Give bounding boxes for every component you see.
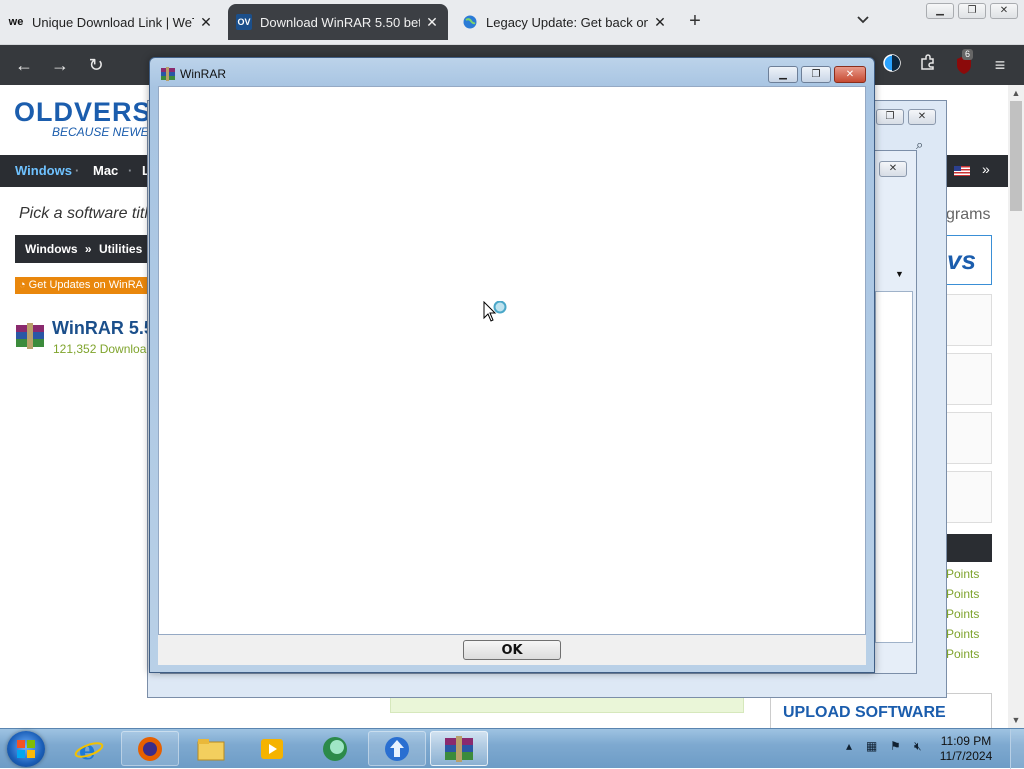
windows-banner[interactable]: vs — [946, 235, 992, 285]
breadcrumb-separator: » — [84, 242, 92, 256]
sidebar-box[interactable] — [946, 294, 992, 346]
right-sidebar: grams vs Points Points Points Points Poi… — [946, 85, 1008, 728]
volume-muted-icon[interactable]: 🔇︎ — [914, 739, 922, 754]
windows-logo-icon — [17, 740, 35, 758]
points-label: Points — [946, 647, 980, 661]
maximize-button[interactable]: ❐ — [801, 66, 831, 83]
menu-hamburger-icon[interactable]: ≡ — [988, 53, 1012, 77]
dialog-footer: OK — [158, 635, 866, 665]
points-label: Points — [946, 567, 980, 581]
breadcrumb-utilities[interactable]: Utilities — [99, 242, 142, 256]
forward-arrow-icon[interactable]: → — [48, 53, 72, 77]
restore-button[interactable]: ❐ — [958, 3, 986, 19]
points-label: Points — [946, 607, 980, 621]
winrar-taskbar-icon[interactable] — [430, 731, 488, 766]
clock-time: 11:09 PM — [940, 734, 992, 748]
restore-button[interactable]: ❐ — [876, 109, 904, 125]
programs-heading: grams — [946, 206, 991, 223]
dropdown-arrow-icon[interactable]: ▼ — [895, 269, 904, 279]
system-clock[interactable]: 11:09 PM 11/7/2024 — [934, 734, 998, 764]
close-button[interactable]: ✕ — [834, 66, 866, 83]
product-title[interactable]: WinRAR 5.5 — [52, 318, 154, 339]
sidebar-dark-bar — [946, 534, 992, 562]
list-panel — [875, 291, 913, 643]
winrar-dialog: WinRAR ▁ ❐ ✕ OK — [149, 57, 875, 673]
firefox-icon[interactable] — [121, 731, 179, 766]
sidebar-box[interactable] — [946, 412, 992, 464]
busy-cursor-icon — [483, 300, 513, 330]
extension-badge: 6 — [962, 49, 974, 60]
start-button[interactable] — [7, 731, 45, 767]
show-desktop-button[interactable] — [1010, 729, 1024, 769]
get-updates-button[interactable]: ◔ Get Updates on WinRA — [15, 277, 165, 294]
product-downloads: 121,352 Downloa — [53, 342, 147, 356]
reload-icon[interactable]: ↻ — [84, 53, 108, 77]
nav-separator: · — [75, 163, 80, 178]
internet-explorer-icon[interactable]: e — [60, 731, 118, 766]
extensions-puzzle-icon[interactable] — [916, 53, 940, 77]
close-tab-icon[interactable]: ✕ — [198, 14, 214, 31]
sidebar-box[interactable] — [946, 353, 992, 405]
nav-mac[interactable]: Mac — [93, 163, 118, 178]
tab-search-chevron-icon[interactable] — [856, 12, 870, 30]
dialog-content — [158, 86, 866, 635]
network-icon[interactable]: ▦ — [866, 739, 877, 753]
wetransfer-favicon-icon: we — [8, 16, 24, 28]
oldversion-favicon-icon: OV — [236, 14, 252, 30]
breadcrumb: Windows » Utilities — [15, 235, 165, 263]
tab-oldversion-winrar[interactable]: OV Download WinRAR 5.50 beta 1 (32-bit) … — [228, 4, 448, 40]
scroll-down-arrow-icon[interactable]: ▼ — [1008, 712, 1024, 728]
tab-legacy-update[interactable]: Legacy Update: Get back online ✕ — [454, 4, 676, 40]
points-label: Points — [946, 627, 980, 641]
windows-update-icon[interactable] — [368, 731, 426, 766]
tab-title: Unique Download Link | WeTransfer — [32, 14, 194, 30]
close-tab-icon[interactable]: ✕ — [652, 14, 668, 31]
scroll-up-arrow-icon[interactable]: ▲ — [1008, 85, 1024, 101]
pick-software-text: Pick a software titl — [19, 205, 148, 222]
tab-title: Legacy Update: Get back online — [486, 14, 648, 30]
dialog-title: WinRAR — [180, 67, 227, 81]
svg-text:e: e — [79, 736, 96, 764]
winrar-icon — [14, 323, 46, 349]
tab-title: Download WinRAR 5.50 beta 1 (32-bit) — [260, 14, 420, 30]
minimize-button[interactable]: ▁ — [768, 66, 798, 83]
page-scrollbar[interactable]: ▲ ▼ — [1008, 85, 1024, 728]
ok-button[interactable]: OK — [463, 640, 561, 660]
scroll-thumb[interactable] — [1010, 101, 1022, 211]
get-updates-label: Get Updates on WinRA — [28, 279, 143, 291]
app-green-circle-icon[interactable] — [306, 731, 364, 766]
back-arrow-icon[interactable]: ← — [12, 53, 36, 77]
action-center-flag-icon[interactable]: ⚑ — [890, 739, 901, 753]
windows-taskbar: e ▴ ▦ ⚑ 🔇︎ 11:09 PM 11/7/2024 — [0, 728, 1024, 769]
breadcrumb-windows[interactable]: Windows — [25, 242, 78, 256]
browser-tab-bar: we Unique Download Link | WeTransfer ✕ O… — [0, 0, 1024, 45]
file-explorer-icon[interactable] — [182, 731, 240, 766]
tab-wetransfer[interactable]: we Unique Download Link | WeTransfer ✕ — [0, 4, 222, 40]
sidebar-box[interactable] — [946, 471, 992, 523]
ublock-shield-icon[interactable]: 6 — [952, 49, 976, 77]
nav-windows[interactable]: Windows — [15, 163, 72, 178]
nav-separator: · — [128, 163, 133, 178]
minimize-button[interactable]: ▁ — [926, 3, 954, 19]
points-label: Points — [946, 587, 980, 601]
media-player-icon[interactable] — [243, 731, 301, 766]
extension-contrast-icon[interactable] — [880, 53, 904, 77]
site-logo[interactable]: OLDVERS — [14, 97, 152, 128]
search-icon[interactable]: ⌕ — [916, 137, 923, 153]
close-button[interactable]: ✕ — [879, 161, 907, 177]
new-tab-button[interactable]: + — [684, 10, 706, 33]
globe-icon — [462, 14, 478, 30]
close-button[interactable]: ✕ — [908, 109, 936, 125]
close-tab-icon[interactable]: ✕ — [424, 14, 440, 31]
site-tagline: BECAUSE NEWER — [52, 125, 158, 139]
winrar-icon — [160, 67, 176, 81]
close-window-button[interactable]: ✕ — [990, 3, 1018, 19]
show-hidden-icons-icon[interactable]: ▴ — [846, 739, 852, 753]
clock-date: 11/7/2024 — [939, 749, 993, 763]
rss-icon: ◔ — [19, 279, 26, 291]
